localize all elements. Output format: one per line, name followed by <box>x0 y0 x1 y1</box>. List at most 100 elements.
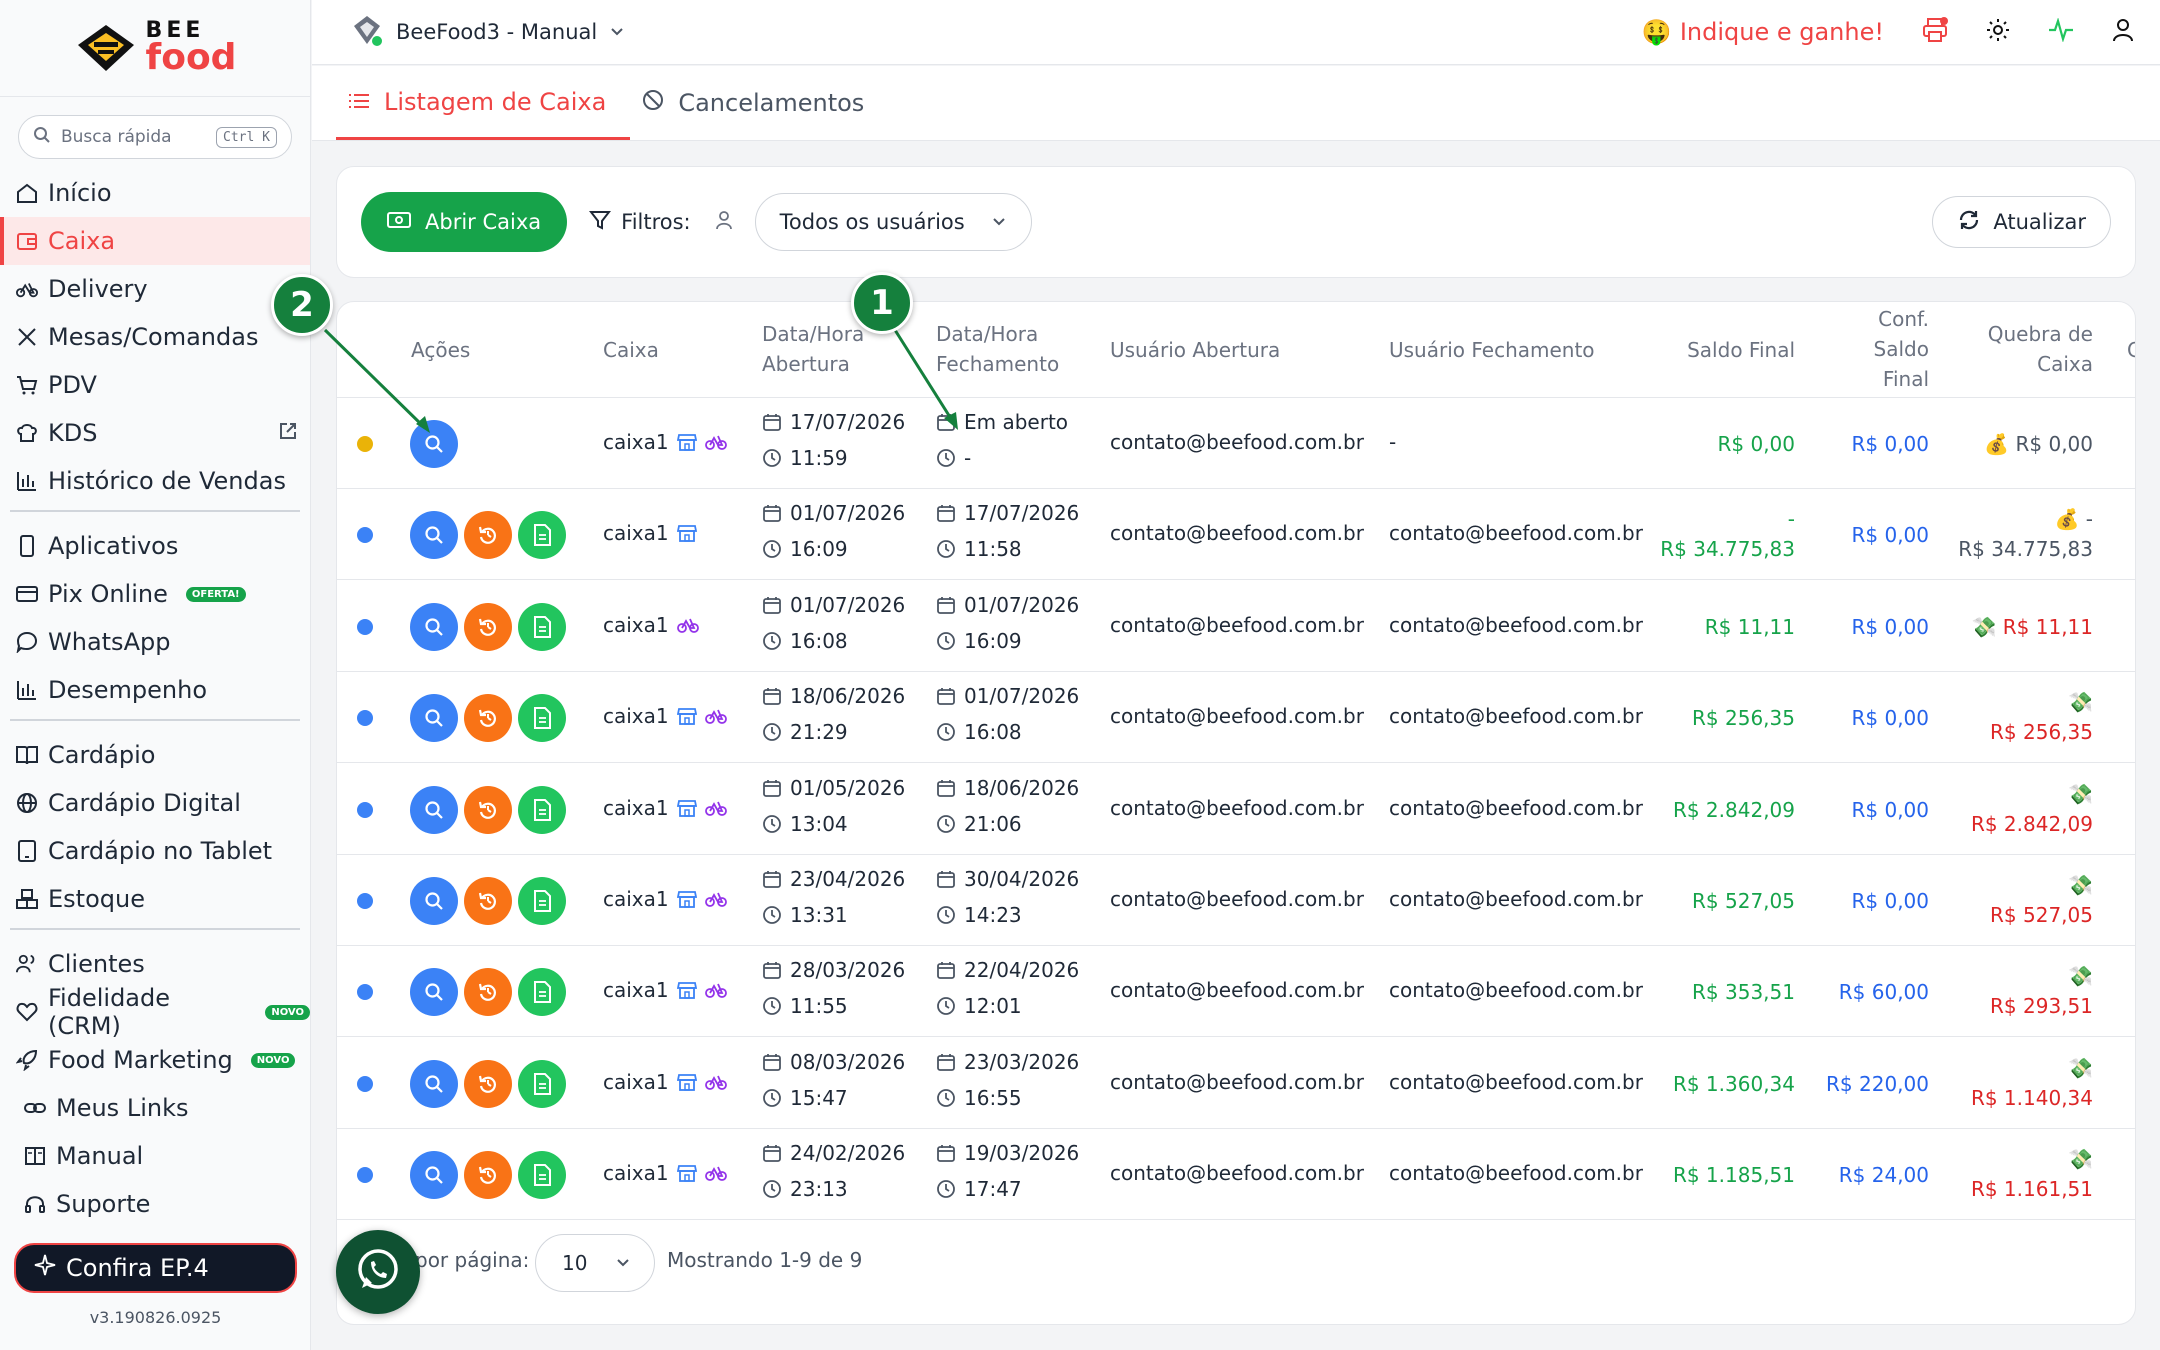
view-button[interactable] <box>410 1059 458 1108</box>
rocket-icon <box>16 1049 38 1071</box>
sidebar-item-desempenho[interactable]: Desempenho <box>0 666 310 714</box>
quebra-line1: 💸 <box>1990 870 2093 900</box>
report-button[interactable] <box>518 694 566 743</box>
sidebar-item-meus-links[interactable]: Meus Links <box>0 1084 310 1132</box>
undo-icon <box>477 616 499 638</box>
open-cash-button[interactable]: Abrir Caixa <box>361 192 568 252</box>
close-time-value: 11:58 <box>964 537 1022 562</box>
reopen-button[interactable] <box>464 694 512 743</box>
report-button[interactable] <box>518 877 566 925</box>
sidebar-item-card-pio-digital[interactable]: Cardápio Digital <box>0 779 310 827</box>
undo-icon <box>477 799 499 821</box>
caixa-cell: caixa1 <box>603 704 727 728</box>
close-time: 16:08 <box>936 720 1022 744</box>
sidebar-item-clientes[interactable]: Clientes <box>0 940 310 988</box>
close-date-value: 23/03/2026 <box>964 1049 1080 1074</box>
sidebar-item-card-pio[interactable]: Cardápio <box>0 731 310 779</box>
sidebar-item-card-pio-no-tablet[interactable]: Cardápio no Tablet <box>0 827 310 875</box>
users-select[interactable]: Todos os usuários <box>754 193 1032 251</box>
view-button[interactable] <box>410 602 458 651</box>
reopen-button[interactable] <box>464 1059 512 1108</box>
sidebar-item-in-cio[interactable]: Início <box>0 169 310 217</box>
reopen-button[interactable] <box>464 785 512 834</box>
header-fechamento[interactable]: Data/Hora Fechamento <box>936 319 1059 379</box>
chevron-down-icon <box>609 20 625 44</box>
referral-link[interactable]: 🤑 Indique e ganhe! <box>1642 18 1884 46</box>
store-selector[interactable]: BeeFood3 - Manual <box>350 13 625 52</box>
confira-button[interactable]: Confira EP.4 <box>14 1243 297 1293</box>
sidebar-item-aplicativos[interactable]: Aplicativos <box>0 522 310 570</box>
calendar-icon <box>936 686 956 706</box>
report-button[interactable] <box>518 968 566 1017</box>
quebra-caixa: 💸 R$ 1.140,34 <box>1971 1053 2093 1113</box>
delivery-bike-icon <box>704 1072 727 1092</box>
sidebar-item-hist-rico-de-vendas[interactable]: Histórico de Vendas <box>0 457 310 505</box>
conf-saldo: R$ 0,00 <box>1851 432 1929 456</box>
reopen-button[interactable] <box>464 968 512 1017</box>
sidebar-item-pix-online[interactable]: Pix Online OFERTA! <box>0 570 310 618</box>
brand-logo[interactable]: BEE food <box>0 0 310 97</box>
printer-icon[interactable] <box>1922 17 1948 47</box>
reopen-button[interactable] <box>464 877 512 925</box>
report-button[interactable] <box>518 511 566 560</box>
tablet-icon <box>16 840 38 862</box>
sidebar-item-fidelidade-crm[interactable]: Fidelidade (CRM) NOVO <box>0 984 310 1040</box>
sidebar-item-caixa[interactable]: Caixa <box>0 217 310 265</box>
view-button[interactable] <box>410 785 458 834</box>
whatsapp-float-button[interactable] <box>336 1230 420 1314</box>
report-button[interactable] <box>518 785 566 834</box>
tab-cancelamentos[interactable]: Cancelamentos <box>630 66 888 140</box>
sidebar-item-whatsapp[interactable]: WhatsApp <box>0 618 310 666</box>
view-button[interactable] <box>410 877 458 925</box>
sidebar-item-mesas-comandas[interactable]: Mesas/Comandas <box>0 313 310 361</box>
open-time: 21:29 <box>762 720 848 744</box>
sidebar-item-label: Pix Online <box>48 580 168 608</box>
wallet-icon <box>16 230 38 252</box>
undo-icon <box>477 1073 499 1095</box>
report-button[interactable] <box>518 602 566 651</box>
view-button[interactable] <box>410 420 458 468</box>
status-dot <box>357 1167 373 1184</box>
per-page-select[interactable]: 10 <box>535 1234 655 1292</box>
refresh-button[interactable]: Atualizar <box>1932 196 2111 248</box>
sidebar-item-kds[interactable]: KDS <box>0 409 310 457</box>
quick-search[interactable]: Busca rápida Ctrl K <box>18 115 292 159</box>
caixa-cell: caixa1 <box>603 613 699 637</box>
view-button[interactable] <box>410 968 458 1017</box>
sidebar-item-delivery[interactable]: Delivery <box>0 265 310 313</box>
saldo-final: R$ 2.842,09 <box>1673 795 1795 825</box>
sidebar-item-food-marketing[interactable]: Food Marketing NOVO <box>0 1036 310 1084</box>
search-icon <box>423 524 445 546</box>
showing-count: Mostrando 1-9 de 9 <box>667 1248 863 1272</box>
open-date-value: 01/07/2026 <box>790 501 906 526</box>
open-date: 01/07/2026 <box>762 501 905 525</box>
quebra-line1: 💸 <box>1971 779 2093 809</box>
sidebar-item-manual[interactable]: Manual <box>0 1132 310 1180</box>
reopen-button[interactable] <box>464 511 512 560</box>
header-quebra: Quebra de Caixa <box>1988 319 2093 379</box>
file-icon <box>532 798 552 821</box>
view-button[interactable] <box>410 511 458 560</box>
store-icon <box>676 432 697 452</box>
whatsapp-icon <box>352 1244 404 1300</box>
quebra-sign: - <box>2079 507 2093 532</box>
theme-sun-icon[interactable] <box>1986 18 2010 46</box>
report-button[interactable] <box>518 1151 566 1200</box>
tab-listagem-caixa[interactable]: Listagem de Caixa <box>336 66 631 140</box>
saldo-value: R$ 2.842,09 <box>1672 797 1795 822</box>
sidebar-item-estoque[interactable]: Estoque <box>0 875 310 923</box>
close-date: 23/03/2026 <box>936 1050 1079 1074</box>
header-conf-saldo: Conf. Saldo Final <box>1874 304 1929 394</box>
view-button[interactable] <box>410 1151 458 1200</box>
reopen-button[interactable] <box>464 1151 512 1200</box>
report-button[interactable] <box>518 1059 566 1108</box>
sidebar-item-pdv[interactable]: PDV <box>0 361 310 409</box>
clock-icon <box>936 996 956 1016</box>
view-button[interactable] <box>410 694 458 743</box>
activity-icon[interactable] <box>2048 17 2074 46</box>
user-icon[interactable] <box>2112 18 2134 46</box>
header-abertura[interactable]: Data/Hora Abertura <box>762 319 864 379</box>
sidebar-item-label: Cardápio no Tablet <box>48 837 273 865</box>
sidebar-item-suporte[interactable]: Suporte <box>0 1180 310 1228</box>
reopen-button[interactable] <box>464 602 512 651</box>
